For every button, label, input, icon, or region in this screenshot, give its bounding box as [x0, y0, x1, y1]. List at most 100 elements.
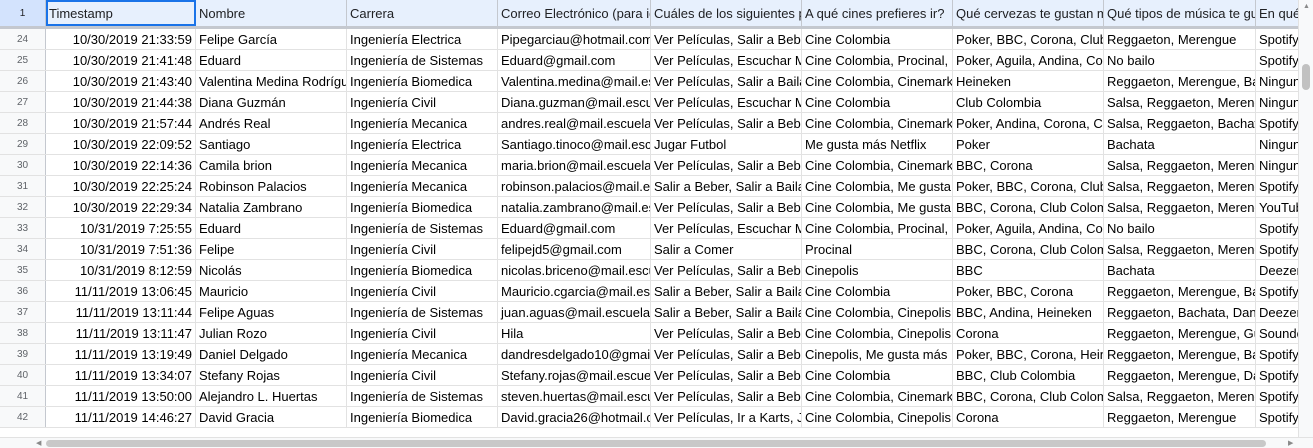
cell-timestamp[interactable]: 10/30/2019 21:43:40 [46, 71, 196, 91]
cell-timestamp[interactable]: 11/11/2019 13:19:49 [46, 344, 196, 364]
cell-timestamp[interactable]: 11/11/2019 13:06:45 [46, 281, 196, 301]
cell-musica[interactable]: Reggaeton, Merengue, Bachata [1104, 281, 1256, 301]
header-cell-musica[interactable]: Qué tipos de música te gustan? [1104, 0, 1256, 26]
cell-correo[interactable]: juan.aguas@mail.escuelaing.edu.co [498, 302, 651, 322]
cell-nombre[interactable]: David Gracia [196, 407, 347, 427]
cell-musica[interactable]: Salsa, Reggaeton, Bachata [1104, 113, 1256, 133]
cell-plataforma[interactable]: Deezer [1256, 302, 1298, 322]
cell-timestamp[interactable]: 10/30/2019 21:41:48 [46, 50, 196, 70]
cell-carrera[interactable]: Ingeniería Mecanica [347, 176, 498, 196]
cell-carrera[interactable]: Ingeniería Biomedica [347, 260, 498, 280]
cell-plataforma[interactable]: Ninguna [1256, 134, 1298, 154]
cell-carrera[interactable]: Ingeniería Civil [347, 239, 498, 259]
cell-cines[interactable]: Procinal [802, 239, 953, 259]
cell-cines[interactable]: Cine Colombia, Me gusta más Netflix [802, 176, 953, 196]
cell-nombre[interactable]: Natalia Zambrano [196, 197, 347, 217]
cell-nombre[interactable]: Eduard [196, 50, 347, 70]
cell-planes[interactable]: Ver Películas, Escuchar Música [651, 50, 802, 70]
cell-timestamp[interactable]: 10/31/2019 8:12:59 [46, 260, 196, 280]
cell-correo[interactable]: felipejd5@gmail.com [498, 239, 651, 259]
cell-correo[interactable]: natalia.zambrano@mail.escuelaing.edu.co [498, 197, 651, 217]
row-number[interactable]: 39 [0, 344, 46, 364]
row-number[interactable]: 26 [0, 71, 46, 91]
cell-correo[interactable]: Eduard@gmail.com [498, 50, 651, 70]
cell-planes[interactable]: Ver Películas, Salir a Beber [651, 197, 802, 217]
cell-correo[interactable]: Hila [498, 323, 651, 343]
cell-plataforma[interactable]: Deezer [1256, 260, 1298, 280]
cell-musica[interactable]: Bachata [1104, 134, 1256, 154]
cell-cines[interactable]: Cine Colombia, Cinepolis [802, 302, 953, 322]
cell-carrera[interactable]: Ingeniería de Sistemas [347, 218, 498, 238]
cell-cines[interactable]: Cine Colombia, Cinemark [802, 113, 953, 133]
cell-nombre[interactable]: Daniel Delgado [196, 344, 347, 364]
cell-nombre[interactable]: Alejandro L. Huertas [196, 386, 347, 406]
header-cell-correo[interactable]: Correo Electrónico (para identificación) [498, 0, 651, 26]
row-number[interactable]: 38 [0, 323, 46, 343]
cell-carrera[interactable]: Ingeniería Biomedica [347, 197, 498, 217]
horizontal-scrollbar[interactable]: ◀ ▶ [0, 437, 1313, 448]
cell-plataforma[interactable]: Spotify [1256, 176, 1298, 196]
cell-correo[interactable]: dandresdelgado10@gmail.com [498, 344, 651, 364]
cell-planes[interactable]: Salir a Beber, Salir a Bailar [651, 281, 802, 301]
cell-cervezas[interactable]: Poker, BBC, Corona, Club Colombia [953, 176, 1104, 196]
vertical-scrollbar[interactable]: ▲ [1298, 0, 1313, 437]
cell-musica[interactable]: Reggaeton, Merengue [1104, 407, 1256, 427]
cell-cervezas[interactable]: Poker [953, 134, 1104, 154]
row-number[interactable]: 24 [0, 29, 46, 49]
cell-timestamp[interactable]: 10/31/2019 7:25:55 [46, 218, 196, 238]
cell-nombre[interactable]: Andrés Real [196, 113, 347, 133]
cell-nombre[interactable]: Nicolás [196, 260, 347, 280]
cell-musica[interactable]: No bailo [1104, 218, 1256, 238]
cell-plataforma[interactable]: Ninguna [1256, 92, 1298, 112]
vertical-scroll-thumb[interactable] [1302, 64, 1310, 90]
row-number[interactable]: 1 [0, 0, 46, 26]
cell-plataforma[interactable]: YouTube [1256, 197, 1298, 217]
cell-cervezas[interactable]: Poker, Aguila, Andina, Corona [953, 218, 1104, 238]
row-number[interactable]: 41 [0, 386, 46, 406]
cell-carrera[interactable]: Ingeniería de Sistemas [347, 50, 498, 70]
cell-correo[interactable]: Valentina.medina@mail.escuelaing.edu.co [498, 71, 651, 91]
cell-cervezas[interactable]: Corona [953, 407, 1104, 427]
cell-correo[interactable]: Pipegarciau@hotmail.com [498, 29, 651, 49]
cell-correo[interactable]: maria.brion@mail.escuelaing.edu.co [498, 155, 651, 175]
row-number[interactable]: 30 [0, 155, 46, 175]
cell-plataforma[interactable]: Spotify [1256, 113, 1298, 133]
row-number[interactable]: 25 [0, 50, 46, 70]
cell-correo[interactable]: Stefany.rojas@mail.escuelaing.edu.co [498, 365, 651, 385]
cell-planes[interactable]: Ver Películas, Salir a Beber [651, 365, 802, 385]
cell-cervezas[interactable]: BBC [953, 260, 1104, 280]
cell-cines[interactable]: Cine Colombia [802, 281, 953, 301]
cell-cervezas[interactable]: Corona [953, 323, 1104, 343]
cell-musica[interactable]: Salsa, Reggaeton, Merengue [1104, 155, 1256, 175]
cell-cines[interactable]: Me gusta más Netflix [802, 134, 953, 154]
cell-cines[interactable]: Cinepolis, Me gusta más Netflix [802, 344, 953, 364]
cell-musica[interactable]: Reggaeton, Merengue, Dance [1104, 365, 1256, 385]
cell-musica[interactable]: Bachata [1104, 260, 1256, 280]
cell-carrera[interactable]: Ingeniería Civil [347, 281, 498, 301]
cell-timestamp[interactable]: 10/30/2019 22:25:24 [46, 176, 196, 196]
cell-cines[interactable]: Cine Colombia, Cinemark [802, 155, 953, 175]
cell-carrera[interactable]: Ingeniería de Sistemas [347, 302, 498, 322]
header-cell-cervezas[interactable]: Qué cervezas te gustan más? [953, 0, 1104, 26]
cell-plataforma[interactable]: Spotify [1256, 407, 1298, 427]
cell-cervezas[interactable]: Poker, BBC, Corona, Heineken [953, 344, 1104, 364]
cell-planes[interactable]: Ver Películas, Ir a Karts, Jugar [651, 407, 802, 427]
cell-correo[interactable]: Eduard@gmail.com [498, 218, 651, 238]
cell-carrera[interactable]: Ingeniería Civil [347, 323, 498, 343]
cell-musica[interactable]: Salsa, Reggaeton, Merengue [1104, 92, 1256, 112]
cell-carrera[interactable]: Ingeniería Civil [347, 92, 498, 112]
cell-timestamp[interactable]: 10/30/2019 22:29:34 [46, 197, 196, 217]
scroll-right-arrow-icon[interactable]: ▶ [1288, 440, 1293, 447]
cell-cervezas[interactable]: Heineken [953, 71, 1104, 91]
cell-carrera[interactable]: Ingeniería Civil [347, 365, 498, 385]
cell-plataforma[interactable]: Spotify [1256, 218, 1298, 238]
cell-musica[interactable]: Salsa, Reggaeton, Merengue [1104, 176, 1256, 196]
cell-nombre[interactable]: Valentina Medina Rodríguez [196, 71, 347, 91]
cell-correo[interactable]: robinson.palacios@mail.escuelaing.edu.co [498, 176, 651, 196]
cell-planes[interactable]: Ver Películas, Salir a Beber [651, 113, 802, 133]
cell-musica[interactable]: Reggaeton, Merengue [1104, 29, 1256, 49]
cell-timestamp[interactable]: 11/11/2019 13:34:07 [46, 365, 196, 385]
cell-plataforma[interactable]: Spotify [1256, 239, 1298, 259]
cell-planes[interactable]: Ver Películas, Salir a Beber [651, 29, 802, 49]
cell-planes[interactable]: Ver Películas, Escuchar Música [651, 218, 802, 238]
